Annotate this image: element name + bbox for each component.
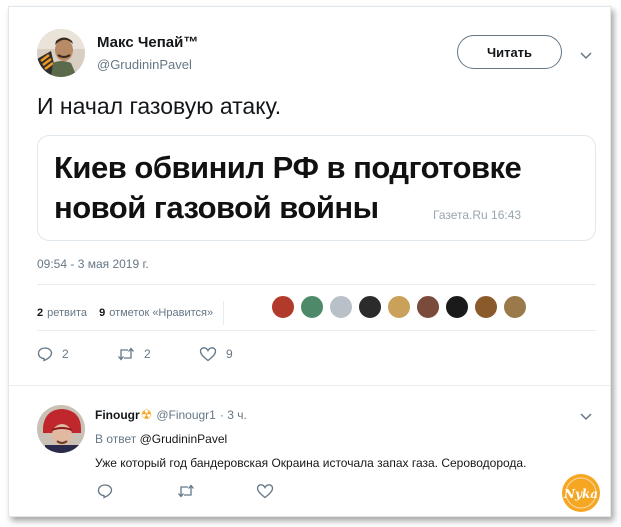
reply-icon: [97, 484, 113, 499]
liker-avatar[interactable]: [329, 295, 353, 319]
reply-text: Уже который год бандеровская Окраина ист…: [95, 456, 527, 470]
tweet-stats: 2 ретвита 9 отметок «Нравится»: [37, 301, 225, 325]
tweet-timestamp[interactable]: 09:54 - 3 мая 2019 г.: [37, 257, 149, 271]
follow-button[interactable]: Читать: [457, 35, 562, 69]
card-source: Газета.Ru 16:43: [433, 208, 522, 222]
likers-avatars: [271, 295, 532, 319]
liker-avatar[interactable]: [358, 295, 382, 319]
liker-avatar[interactable]: [474, 295, 498, 319]
watermark-logo: Nyka: [561, 473, 601, 513]
tweet-text: И начал газовую атаку.: [37, 93, 282, 119]
liker-avatar[interactable]: [387, 295, 411, 319]
retweet-action[interactable]: 2: [117, 346, 151, 362]
chevron-down-icon[interactable]: [580, 408, 592, 426]
reply-to-prefix: В ответ: [95, 432, 137, 446]
like-count: 9: [226, 347, 233, 361]
author-handle[interactable]: @GrudininPavel: [97, 57, 192, 72]
divider: [9, 385, 610, 386]
svg-text:Nyka: Nyka: [563, 487, 598, 501]
retweet-icon: [178, 484, 194, 498]
retweets-count[interactable]: 2: [37, 307, 43, 319]
like-action[interactable]: 9: [199, 346, 233, 362]
reply-author-avatar[interactable]: [37, 405, 85, 453]
reply-retweet-action[interactable]: [177, 483, 204, 499]
reply-to-line: В ответ @GrudininPavel: [95, 432, 227, 446]
author-name[interactable]: Макс Чепай™: [97, 34, 198, 51]
divider: [37, 330, 596, 331]
stats-separator: [223, 301, 225, 325]
heart-icon: [256, 484, 274, 499]
retweets-label[interactable]: ретвита: [47, 307, 87, 319]
likes-label[interactable]: отметок «Нравится»: [109, 307, 213, 319]
liker-avatar[interactable]: [445, 295, 469, 319]
reply-author-name[interactable]: Finougr: [95, 408, 140, 422]
reply-header: Finougr ☢ @Finougr1 · 3 ч.: [95, 407, 247, 423]
reply-author-handle[interactable]: @Finougr1: [156, 408, 216, 422]
liker-avatar[interactable]: [271, 295, 295, 319]
link-card[interactable]: Киев обвинил РФ в подготовке новой газов…: [37, 135, 596, 241]
reply-icon: [37, 347, 53, 362]
liker-avatar[interactable]: [300, 295, 324, 319]
reply-to-handle[interactable]: @GrudininPavel: [140, 432, 228, 446]
radioactive-emoji: ☢: [140, 407, 153, 422]
reply-count: 2: [62, 347, 69, 361]
tweet-frame: Макс Чепай™ @GrudininPavel Читать И нача…: [8, 6, 611, 517]
likes-count[interactable]: 9: [99, 307, 105, 319]
retweet-count: 2: [144, 347, 151, 361]
heart-icon: [199, 347, 217, 362]
liker-avatar[interactable]: [416, 295, 440, 319]
reply-like-action[interactable]: [256, 483, 283, 499]
author-avatar[interactable]: [37, 29, 85, 77]
retweet-icon: [118, 347, 134, 361]
reply-time[interactable]: · 3 ч.: [220, 408, 247, 422]
reply-action[interactable]: 2: [37, 346, 69, 362]
divider: [37, 284, 596, 285]
reply-reply-action[interactable]: [97, 483, 122, 499]
liker-avatar[interactable]: [503, 295, 527, 319]
chevron-down-icon[interactable]: [580, 47, 592, 65]
